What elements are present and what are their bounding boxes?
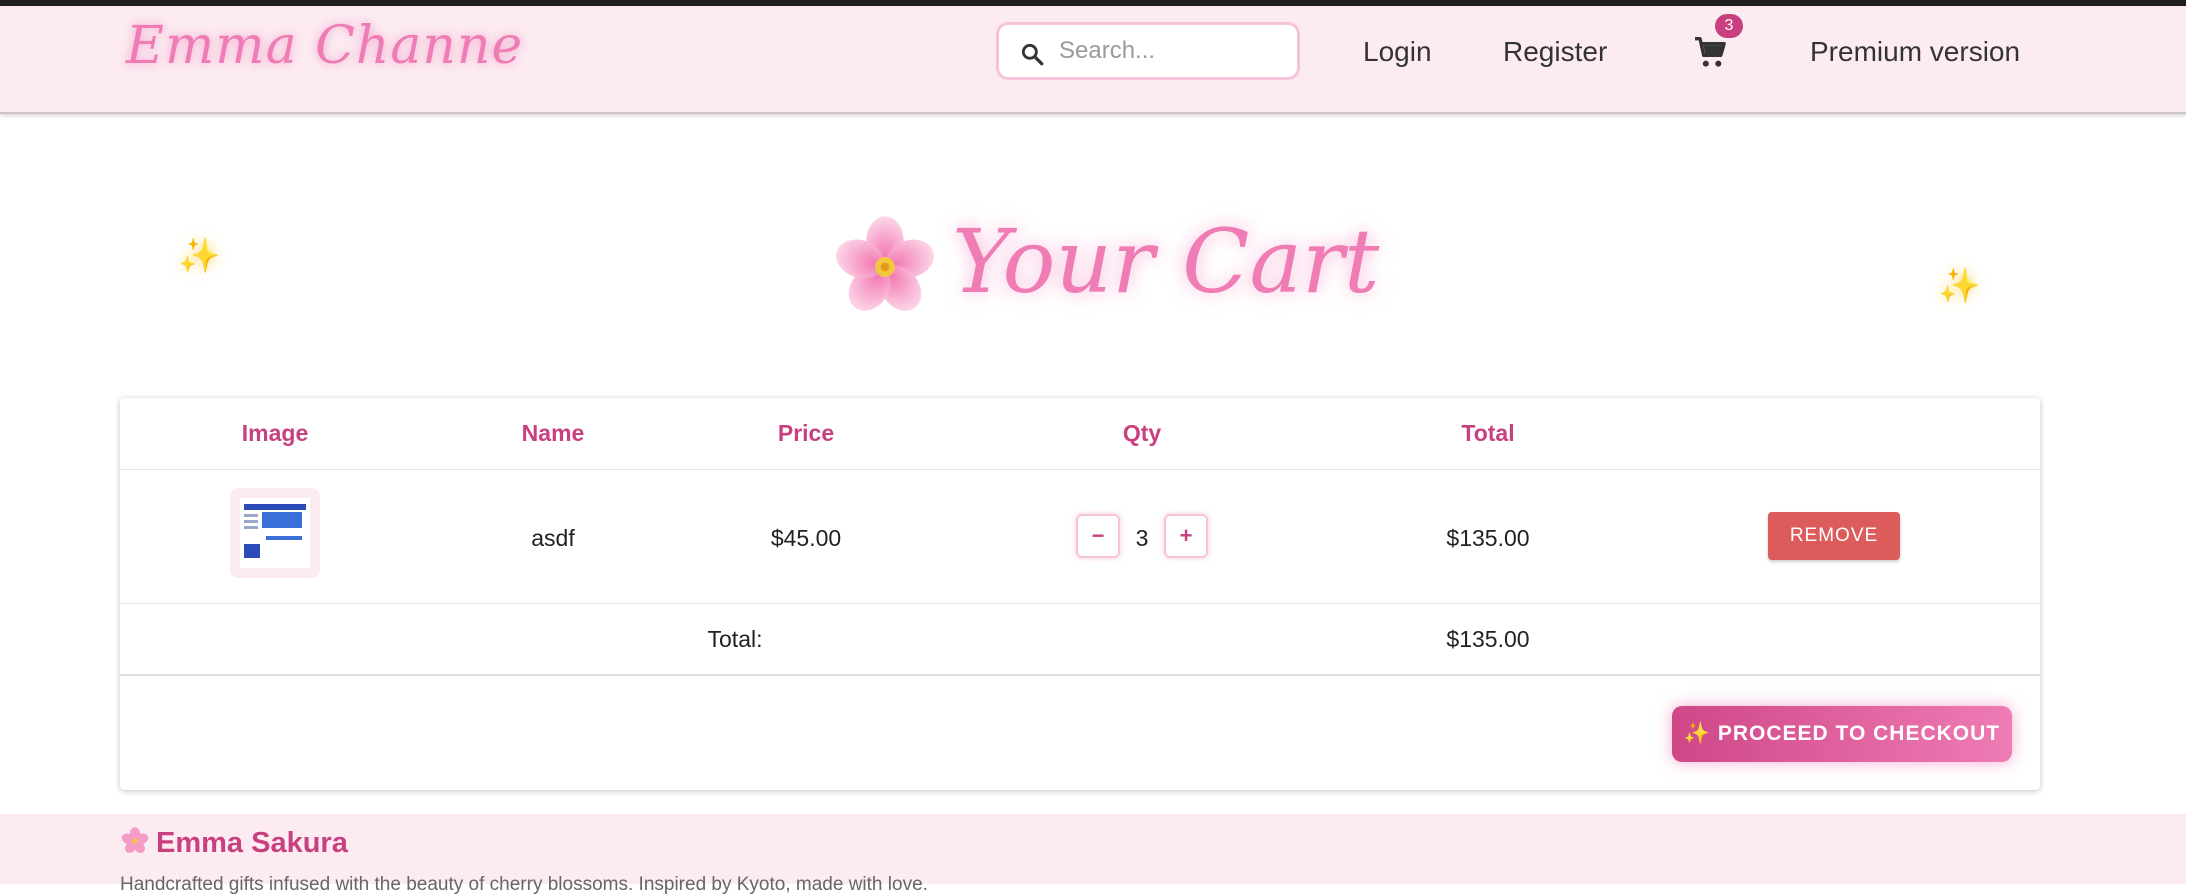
premium-link[interactable]: Premium version	[1810, 36, 2020, 68]
checkout-button[interactable]: ✨ PROCEED TO CHECKOUT	[1672, 706, 2012, 762]
total-label: Total:	[707, 626, 763, 652]
column-header-name: Name	[521, 420, 585, 446]
table-header-row: Image Name Price Qty Total	[120, 398, 2040, 470]
decrease-qty-button[interactable]: −	[1076, 514, 1120, 558]
site-logo[interactable]: Emma Channe	[126, 16, 523, 76]
cart-table: Image Name Price Qty Total asdf $45.00 −…	[120, 398, 2040, 790]
site-header: Emma Channe Login Register 3 Premium ver…	[0, 6, 2186, 114]
footer-brand: Emma Sakura	[120, 826, 348, 860]
column-header-total: Total	[1461, 420, 1515, 446]
cherry-blossom-icon	[121, 827, 149, 853]
table-row: asdf $45.00 − 3 + $135.00 REMOVE	[120, 470, 2040, 604]
cart-icon	[1695, 37, 1726, 67]
product-thumbnail[interactable]	[230, 488, 320, 578]
product-image	[240, 498, 310, 568]
checkout-row: ✨ PROCEED TO CHECKOUT	[120, 676, 2040, 790]
increase-qty-button[interactable]: +	[1164, 514, 1208, 558]
total-row: Total: $135.00	[120, 604, 2040, 676]
footer-brand-name: Emma Sakura	[156, 827, 348, 859]
site-footer: Emma Sakura Handcrafted gifts infused wi…	[0, 814, 2186, 895]
column-header-price: Price	[777, 420, 835, 446]
page-heading: Your Cart	[830, 200, 1379, 350]
search-icon	[1021, 43, 1044, 66]
footer-description: Handcrafted gifts infused with the beaut…	[120, 874, 928, 895]
item-total: $135.00	[1446, 525, 1530, 551]
column-header-qty: Qty	[1122, 420, 1162, 446]
remove-item-button[interactable]: REMOVE	[1768, 512, 1900, 560]
item-qty: 3	[1135, 525, 1149, 551]
login-link[interactable]: Login	[1363, 36, 1432, 68]
item-name: asdf	[531, 525, 575, 551]
cart-button[interactable]	[1690, 32, 1730, 72]
page-title: Your Cart	[952, 210, 1380, 313]
search-input[interactable]	[1059, 33, 1289, 69]
search-box[interactable]	[996, 22, 1300, 80]
cart-count-badge: 3	[1715, 14, 1743, 38]
cherry-blossom-icon	[836, 216, 934, 311]
sparkle-icon: ✨	[178, 236, 221, 276]
grand-total: $135.00	[1446, 626, 1530, 652]
sparkle-icon: ✨	[1938, 266, 1981, 306]
item-price: $45.00	[770, 525, 842, 551]
register-link[interactable]: Register	[1503, 36, 1607, 68]
column-header-image: Image	[241, 420, 309, 446]
